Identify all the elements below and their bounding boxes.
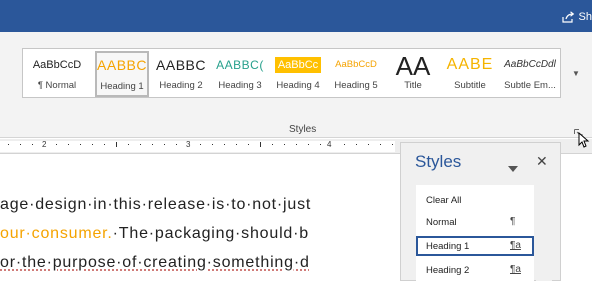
ruler-tick [236, 144, 237, 145]
style-label: Clear All [426, 195, 462, 206]
style-label: Heading 1 [426, 241, 470, 252]
ruler-tick [92, 144, 93, 145]
styles-list-item[interactable]: Normal ¶ [416, 212, 534, 232]
body-text-line: or·the·purpose·of·creating·something·d [0, 254, 310, 271]
style-subtitle[interactable]: AABE Subtitle [443, 52, 497, 96]
ruler-tick [140, 144, 141, 145]
ruler-tick [200, 144, 201, 145]
styles-gallery: AaBbCcD ¶ Normal AABBC Heading 1 AABBC H… [22, 48, 580, 98]
ruler-number: 2 [42, 140, 47, 149]
ruler-tick [272, 144, 273, 145]
styles-list-item[interactable]: Heading 1 ¶a [416, 236, 534, 256]
group-label: Styles [289, 124, 317, 135]
ruler-tick [224, 144, 225, 145]
style-heading-4[interactable]: AaBbCc Heading 4 [270, 52, 326, 96]
share-label: Sh [578, 11, 592, 23]
ruler-tick [308, 144, 309, 145]
styles-list: Clear All Normal ¶ Heading 1 ¶a Heading … [416, 185, 534, 281]
body-text: ·The·packaging·should·b [112, 225, 309, 242]
style-subtle-emphasis[interactable]: AaBbCcDdl Subtle Em... [501, 52, 559, 96]
style-heading-2[interactable]: AABBC Heading 2 [151, 52, 211, 96]
share-icon [561, 11, 575, 23]
styles-list-item[interactable]: Clear All [416, 190, 534, 210]
style-preview: AABBC [156, 57, 206, 73]
style-label: Normal [426, 217, 457, 228]
styles-pane: Styles ✕ Clear All Normal ¶ Heading 1 ¶a… [400, 142, 561, 281]
pane-title: Styles [415, 152, 462, 171]
style-name: Heading 2 [159, 80, 203, 91]
pane-scrollbar[interactable] [536, 185, 552, 281]
ruler-tick [392, 144, 393, 145]
ruler-number: 4 [327, 140, 332, 149]
ruler-tick [248, 144, 249, 145]
ruler-tick [260, 142, 261, 147]
ruler-tick [8, 144, 9, 145]
style-preview: AaBbCcD [335, 59, 377, 70]
style-preview: AA [395, 52, 431, 80]
body-text-line: age·design·in·this·release·is·to·not·jus… [0, 196, 312, 213]
style-title[interactable]: AA Title [388, 52, 438, 96]
style-name: Subtitle [454, 80, 486, 91]
ruler-tick [284, 144, 285, 145]
share-button[interactable]: Sh [561, 9, 592, 25]
pane-options-icon[interactable] [508, 159, 518, 172]
ruler-number: 3 [186, 140, 191, 149]
style-name: Subtle Em... [504, 80, 556, 91]
ruler-tick [116, 142, 117, 147]
ruler-tick [344, 144, 345, 145]
style-preview: AaBbCc [270, 52, 326, 80]
linked-style-icon: ¶a [510, 264, 521, 275]
style-preview: AABBC( [216, 58, 264, 72]
style-name: Heading 1 [100, 81, 144, 92]
ruler-tick [68, 144, 69, 145]
chevron-down-icon: ▼ [572, 69, 580, 78]
ruler-tick [380, 144, 381, 145]
ruler-tick [32, 144, 33, 145]
style-name: Heading 5 [334, 80, 378, 91]
style-label: Heading 2 [426, 265, 470, 276]
style-heading-5[interactable]: AaBbCcD Heading 5 [328, 52, 384, 96]
ruler-tick [296, 144, 297, 145]
paragraph-mark-icon: ¶ [510, 216, 516, 227]
style-preview: AABBC [97, 57, 147, 73]
style-name: Title [404, 80, 422, 91]
style-heading-1[interactable]: AABBC Heading 1 [95, 51, 149, 97]
resize-cursor-icon [578, 131, 592, 153]
ruler-tick [128, 144, 129, 145]
style-preview: AABE [446, 56, 494, 73]
close-icon[interactable]: ✕ [536, 153, 548, 170]
style-name: ¶ Normal [37, 80, 77, 91]
ruler-tick [212, 144, 213, 145]
ruler-tick [176, 144, 177, 145]
heading-text: our·consumer. [0, 225, 113, 242]
word-window: Sh AaBbCcD ¶ Normal AABBC Heading 1 AABB… [0, 0, 592, 281]
ruler-tick [356, 144, 357, 145]
style-heading-3[interactable]: AABBC( Heading 3 [211, 52, 269, 96]
ruler-tick [152, 144, 153, 145]
ruler-tick [56, 144, 57, 145]
styles-list-item[interactable]: Heading 2 ¶a [416, 260, 534, 280]
style-preview: AaBbCcD [32, 59, 82, 71]
ribbon-styles-group: AaBbCcD ¶ Normal AABBC Heading 1 AABBC H… [0, 32, 592, 138]
ruler-tick [368, 144, 369, 145]
title-bar: Sh [0, 0, 592, 32]
style-preview: AaBbCcDdl [504, 59, 556, 70]
ruler-tick [20, 144, 21, 145]
ruler-tick [104, 144, 105, 145]
ruler-tick [320, 144, 321, 145]
ruler-tick [80, 144, 81, 145]
style-name: Heading 4 [276, 80, 320, 91]
body-text-line: our·consumer.·The·packaging·should·b [0, 225, 309, 243]
gallery-more-button[interactable]: ▼ [565, 63, 587, 85]
ruler-margin [0, 141, 395, 152]
style-name: Heading 3 [218, 80, 262, 91]
style-normal[interactable]: AaBbCcD ¶ Normal [27, 52, 87, 96]
ruler-tick [164, 144, 165, 145]
linked-style-icon: ¶a [510, 240, 521, 251]
